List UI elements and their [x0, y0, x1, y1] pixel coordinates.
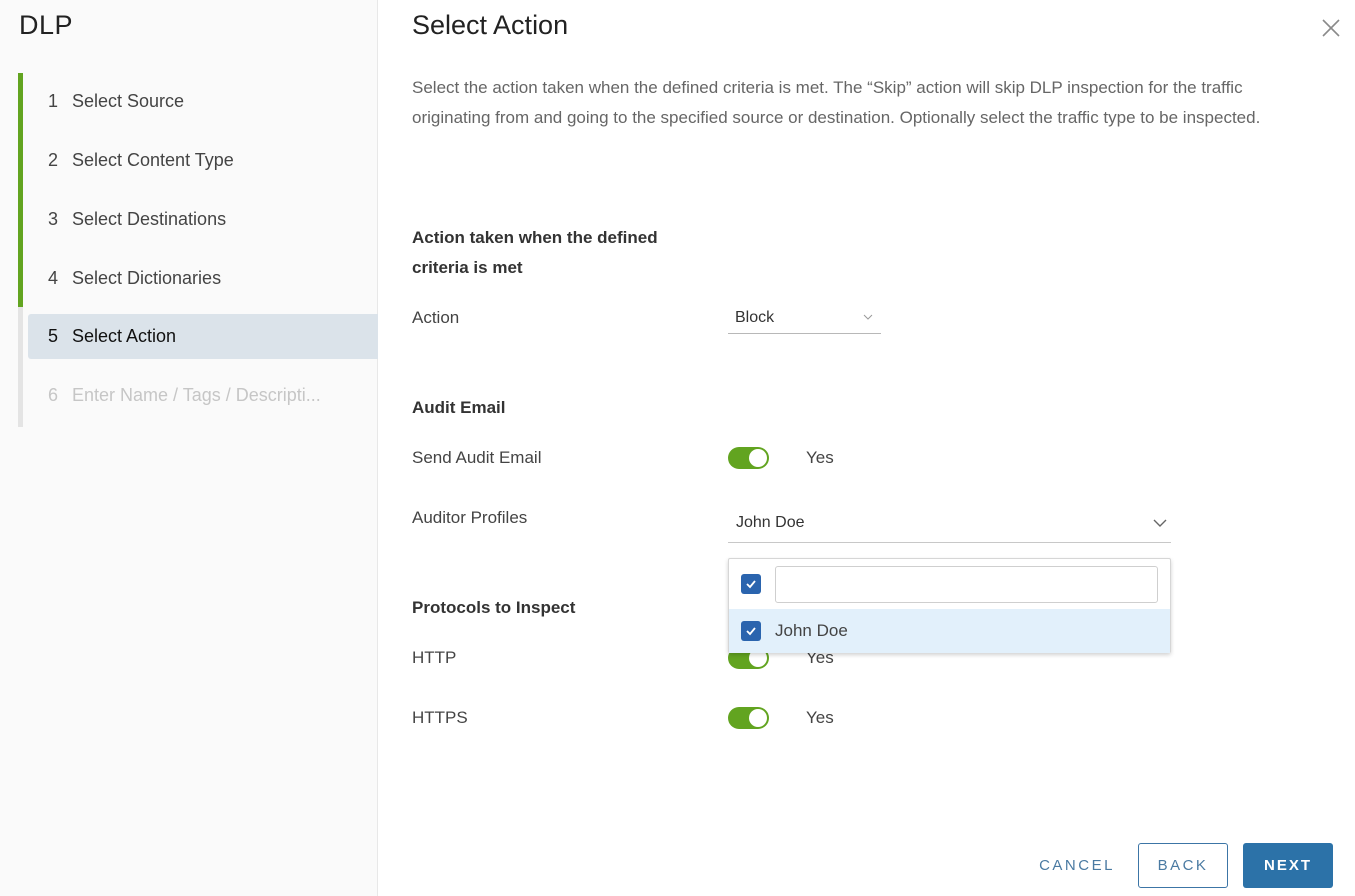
step-select-dictionaries[interactable]: 4 Select Dictionaries	[28, 256, 378, 301]
send-audit-email-status: Yes	[806, 448, 834, 467]
send-audit-email-toggle[interactable]	[728, 447, 769, 469]
dropdown-option-john-doe[interactable]: John Doe	[729, 609, 1170, 653]
https-status: Yes	[806, 708, 834, 727]
step-label: Select Dictionaries	[72, 268, 222, 288]
auditor-profiles-value: John Doe	[736, 514, 805, 531]
auditor-profiles-label: Auditor Profiles	[412, 508, 528, 527]
step-enter-name-tags-description: 6 Enter Name / Tags / Descripti...	[28, 373, 378, 418]
step-label: Select Action	[72, 326, 177, 346]
action-section-heading: Action taken when the defined criteria i…	[412, 228, 658, 277]
chevron-down-icon	[1153, 519, 1167, 527]
wizard-title: DLP	[19, 10, 74, 40]
auditor-profiles-dropdown: John Doe	[728, 558, 1171, 653]
step-number: 2	[48, 150, 59, 170]
step-label: Select Source	[72, 91, 185, 111]
close-button[interactable]	[1321, 18, 1341, 38]
progress-bar-completed	[18, 73, 23, 307]
step-select-destinations[interactable]: 3 Select Destinations	[28, 197, 378, 242]
dropdown-search-input[interactable]	[775, 566, 1158, 603]
action-select-value: Block	[735, 309, 775, 326]
step-number: 6	[48, 385, 59, 405]
next-button[interactable]: NEXT	[1243, 843, 1333, 888]
wizard-sidebar: DLP 1 Select Source 2 Select Content Typ…	[0, 0, 378, 896]
wizard-content: Select Action Select the action taken wh…	[378, 0, 1355, 896]
cancel-button[interactable]: CANCEL	[1032, 843, 1122, 888]
progress-bar-remaining	[18, 307, 23, 427]
step-label: Enter Name / Tags / Descripti...	[72, 385, 321, 405]
page-title: Select Action	[412, 10, 569, 40]
checkmark-icon	[746, 580, 756, 589]
toggle-knob	[749, 449, 767, 467]
auditor-profiles-select[interactable]: John Doe	[728, 505, 1171, 543]
page-description: Select the action taken when the defined…	[412, 78, 1261, 127]
step-select-action[interactable]: 5 Select Action	[28, 314, 378, 359]
http-label: HTTP	[412, 648, 457, 667]
step-label: Select Content Type	[72, 150, 234, 170]
step-number: 5	[48, 326, 59, 346]
option-checkbox[interactable]	[741, 621, 761, 641]
step-select-content-type[interactable]: 2 Select Content Type	[28, 138, 378, 183]
step-label: Select Destinations	[72, 209, 227, 229]
https-label: HTTPS	[412, 708, 468, 727]
close-icon	[1322, 19, 1340, 37]
option-label: John Doe	[775, 621, 848, 640]
select-all-checkbox[interactable]	[741, 574, 761, 594]
action-label: Action	[412, 308, 460, 327]
toggle-knob	[749, 709, 767, 727]
step-number: 3	[48, 209, 59, 229]
audit-email-heading: Audit Email	[412, 398, 506, 417]
step-number: 4	[48, 268, 59, 288]
checkmark-icon	[746, 627, 756, 636]
protocols-heading: Protocols to Inspect	[412, 598, 576, 617]
step-select-source[interactable]: 1 Select Source	[28, 79, 378, 124]
step-number: 1	[48, 91, 59, 111]
action-select[interactable]: Block	[728, 303, 881, 334]
https-toggle[interactable]	[728, 707, 769, 729]
dropdown-search-row	[729, 559, 1170, 609]
chevron-down-icon	[863, 314, 873, 320]
send-audit-email-label: Send Audit Email	[412, 448, 542, 467]
back-button[interactable]: BACK	[1138, 843, 1228, 888]
